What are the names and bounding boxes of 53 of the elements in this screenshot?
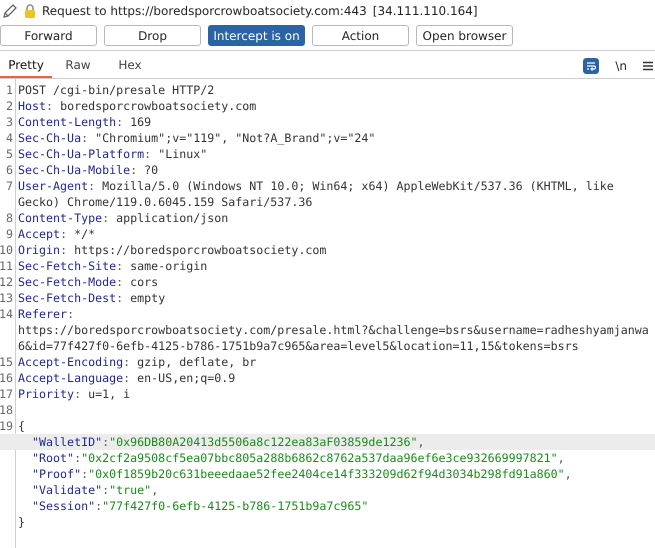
header-line: Sec-Ch-Ua-Mobile: ?0	[18, 162, 160, 178]
json-field: "Validate":"true",	[18, 482, 655, 498]
header-line: Content-Length: 169	[18, 114, 152, 130]
line-number: 11	[0, 258, 13, 274]
line-number: 19	[0, 418, 13, 434]
line-number: 18	[0, 402, 13, 418]
toolbar-button[interactable]: Intercept is on	[208, 25, 305, 46]
toolbar-button[interactable]: Forward	[0, 25, 97, 46]
line-number: 17	[0, 386, 13, 402]
menu-icon[interactable]	[643, 60, 653, 70]
header-line: Accept-Encoding: gzip, deflate, br	[18, 354, 258, 370]
header-line: Origin: https://boredsporcrowboatsociety.com	[18, 242, 328, 258]
line-number: 9	[4, 226, 13, 242]
line-number: 8	[4, 210, 13, 226]
toolbar-button[interactable]: Action	[312, 25, 409, 46]
header-line: Accept-Language: en-US,en;q=0.9	[18, 370, 236, 386]
line-number: 3	[4, 114, 13, 130]
header-line: Host: boredsporcrowboatsociety.com	[18, 98, 258, 114]
line-number: 14	[0, 306, 13, 323]
header-line: Accept: */*	[18, 226, 96, 242]
json-field: "Proof":"0x0f1859b20c631beeedaae52fee2404ce14f333209d62f94d3034b298fd91a860",	[18, 466, 655, 482]
word-wrap-icon[interactable]	[583, 58, 600, 74]
pencil-icon	[2, 3, 18, 19]
request-line: POST /cgi-bin/presale HTTP/2	[18, 82, 216, 98]
brace: }	[18, 514, 26, 530]
header-line: Priority: u=1, i	[18, 386, 132, 402]
header-line: Sec-Fetch-Dest: empty	[18, 290, 166, 306]
header-line: Sec-Fetch-Mode: cors	[18, 274, 160, 290]
line-number: 10	[0, 242, 13, 258]
toolbar-button[interactable]: Open browser	[416, 25, 513, 46]
view-tab[interactable]: Hex	[104, 53, 156, 78]
line-number: 12	[0, 274, 13, 290]
header-line: Sec-Ch-Ua: "Chromium";v="119", "Not?A_Brand";v="24"	[18, 130, 376, 146]
line-number: 13	[0, 290, 13, 306]
json-field: "Root":"0x2cf2a9508cf5ea07bbc805a288b6862c8762a537daa96ef6e3ce932669997821",	[18, 450, 655, 466]
line-number: 4	[4, 130, 13, 146]
line-number: 6	[4, 162, 13, 178]
brace: {	[18, 418, 26, 434]
lock-icon	[24, 4, 36, 18]
line-number: 1	[4, 82, 13, 98]
line-number: 2	[4, 98, 13, 114]
newline-toggle[interactable]: \n	[613, 58, 629, 72]
line-number: 7	[4, 178, 13, 195]
header-line: Content-Type: application/json	[18, 210, 230, 226]
header-line: Sec-Fetch-Site: same-origin	[18, 258, 208, 274]
json-field: "Session":"77f427f0-6efb-4125-b786-1751b9a7c965"	[18, 498, 655, 514]
header-line: Sec-Ch-Ua-Platform: "Linux"	[18, 146, 208, 162]
line-number: 15	[0, 354, 13, 370]
view-tab[interactable]: Raw	[52, 53, 104, 78]
line-number: 16	[0, 370, 13, 386]
request-title: Request to https://boredsporcrowboatsociety.com:443 [34.111.110.164]	[42, 4, 478, 18]
toolbar-button[interactable]: Drop	[104, 25, 201, 46]
line-number: 5	[4, 146, 13, 162]
